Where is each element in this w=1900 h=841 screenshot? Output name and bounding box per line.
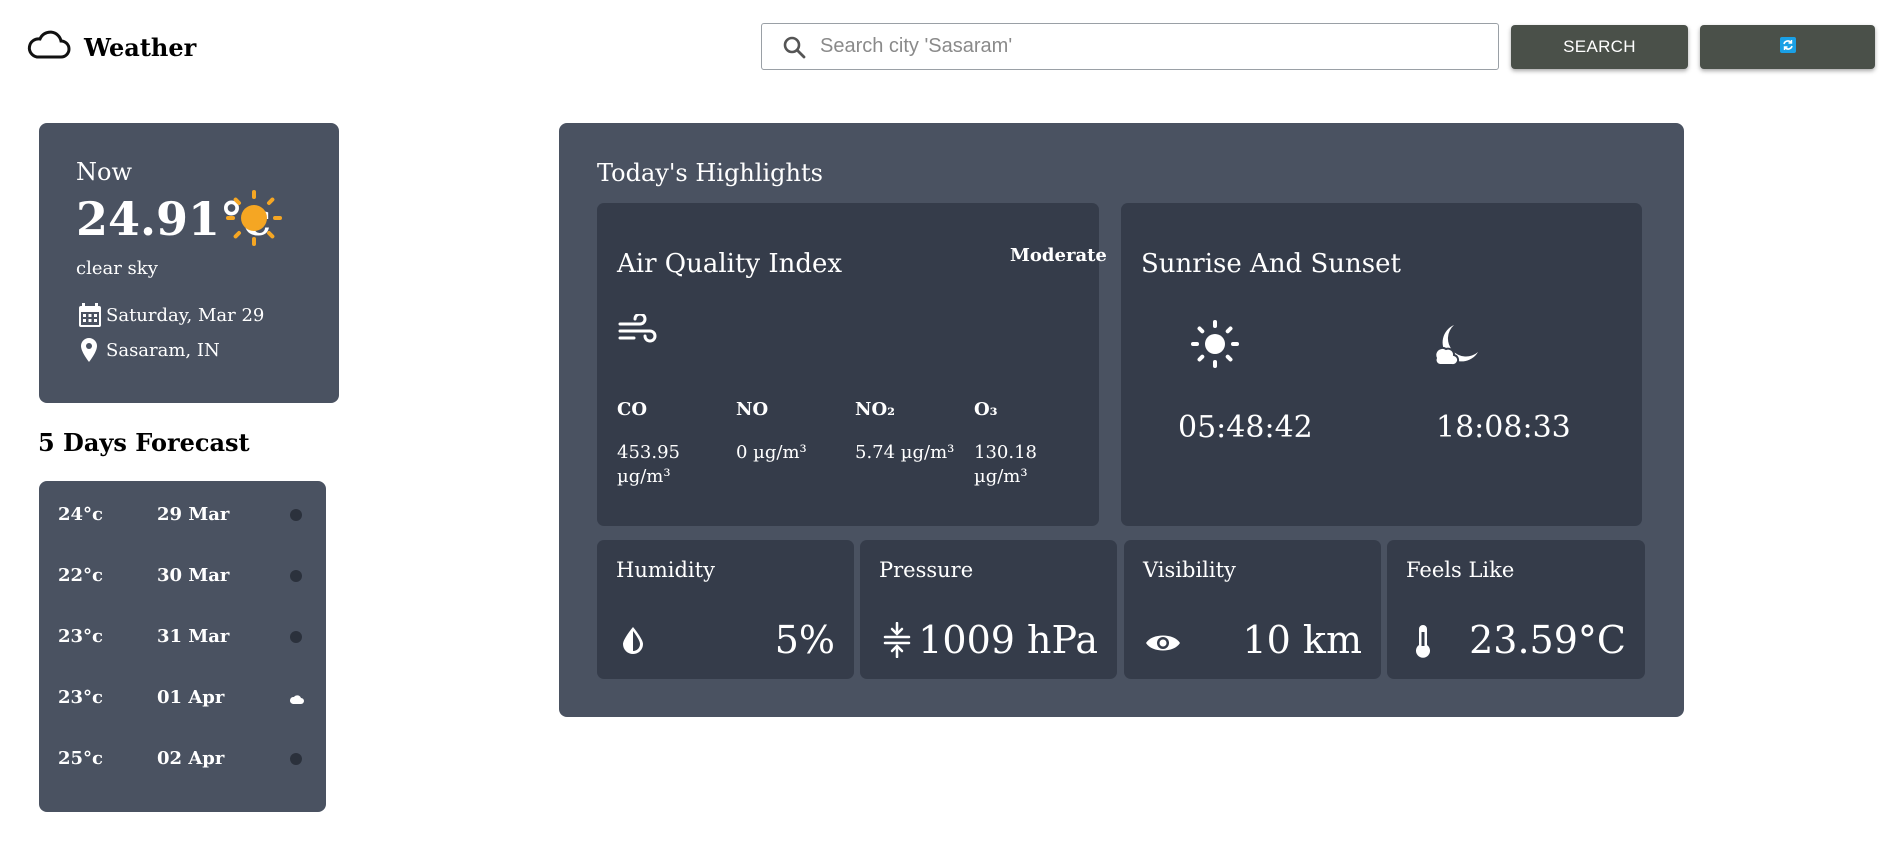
sun-title: Sunrise And Sunset <box>1141 249 1401 279</box>
forecast-card: 24°c 29 Mar 22°c 30 Mar 23°c 31 Mar 23°c… <box>39 481 326 812</box>
forecast-row: 24°c 29 Mar <box>39 504 326 564</box>
location-pin-icon <box>80 337 98 363</box>
search-input[interactable] <box>818 34 1498 59</box>
sunset-moon-icon <box>1434 322 1480 370</box>
sunrise-icon <box>1190 319 1240 373</box>
forecast-temp: 25°c <box>58 748 104 769</box>
forecast-date: 01 Apr <box>157 687 225 708</box>
feels-like-panel: Feels Like 23.59°C <box>1387 540 1645 679</box>
forecast-row: 23°c 01 Apr <box>39 687 326 747</box>
forecast-temp: 23°c <box>58 626 104 647</box>
app-title: Weather <box>84 32 197 62</box>
dot-icon <box>289 628 303 649</box>
calendar-icon <box>78 302 102 328</box>
pollutant-label: CO <box>617 399 648 420</box>
forecast-temp: 22°c <box>58 565 104 586</box>
pollutant-label: NO <box>736 399 769 420</box>
visibility-panel: Visibility 10 km <box>1124 540 1381 679</box>
current-date: Saturday, Mar 29 <box>106 304 265 326</box>
pollutant-value: 130.18 µg/m³ <box>974 442 1037 487</box>
stat-value: 10 km <box>1242 618 1363 662</box>
dot-icon <box>289 567 303 588</box>
aqi-status-badge: Moderate <box>1010 245 1107 266</box>
forecast-date: 29 Mar <box>157 504 230 525</box>
forecast-date: 31 Mar <box>157 626 230 647</box>
stat-value: 1009 hPa <box>918 618 1098 662</box>
date-row: Saturday, Mar 29 <box>78 302 264 328</box>
current-location: Sasaram, IN <box>106 339 220 361</box>
forecast-row: 22°c 30 Mar <box>39 565 326 625</box>
cloud-icon <box>289 689 305 710</box>
sun-icon <box>225 189 283 251</box>
humidity-panel: Humidity 5% <box>597 540 854 679</box>
stat-label: Pressure <box>879 558 974 582</box>
dot-icon <box>289 750 303 771</box>
stat-value: 23.59°C <box>1469 618 1626 662</box>
brand: Weather <box>26 30 196 64</box>
forecast-title: 5 Days Forecast <box>38 428 250 457</box>
search-icon <box>782 35 806 59</box>
search-box[interactable] <box>761 23 1499 70</box>
forecast-row: 23°c 31 Mar <box>39 626 326 686</box>
forecast-date: 02 Apr <box>157 748 225 769</box>
thermometer-icon <box>1414 624 1432 662</box>
now-label: Now <box>76 158 132 186</box>
forecast-temp: 24°c <box>58 504 104 525</box>
highlights-title: Today's Highlights <box>597 159 823 187</box>
forecast-row: 25°c 02 Apr <box>39 748 326 808</box>
search-button[interactable]: SEARCH <box>1511 25 1688 69</box>
droplet-icon <box>620 625 646 659</box>
wind-icon <box>618 312 658 350</box>
pressure-icon <box>883 621 911 662</box>
pollutant-value: 0 µg/m³ <box>736 442 807 463</box>
location-row: Sasaram, IN <box>80 337 220 363</box>
dot-icon <box>289 506 303 527</box>
forecast-temp: 23°c <box>58 687 104 708</box>
weather-condition: clear sky <box>76 258 158 279</box>
pollutant-label: O₃ <box>974 399 998 420</box>
refresh-icon <box>1779 36 1796 58</box>
refresh-button[interactable] <box>1700 25 1875 69</box>
sunset-time: 18:08:33 <box>1436 410 1571 445</box>
stat-label: Humidity <box>616 558 715 582</box>
stat-label: Feels Like <box>1406 558 1515 582</box>
stat-value: 5% <box>774 618 835 662</box>
pollutant-value: 5.74 µg/m³ <box>855 442 955 463</box>
forecast-date: 30 Mar <box>157 565 230 586</box>
cloud-icon <box>26 30 72 64</box>
stat-label: Visibility <box>1143 558 1236 582</box>
sunrise-time: 05:48:42 <box>1178 410 1313 445</box>
pollutant-value: 453.95 µg/m³ <box>617 442 680 487</box>
aqi-title: Air Quality Index <box>617 249 843 279</box>
pressure-panel: Pressure 1009 hPa <box>860 540 1117 679</box>
pollutant-label: NO₂ <box>855 399 896 420</box>
eye-icon <box>1144 631 1182 659</box>
